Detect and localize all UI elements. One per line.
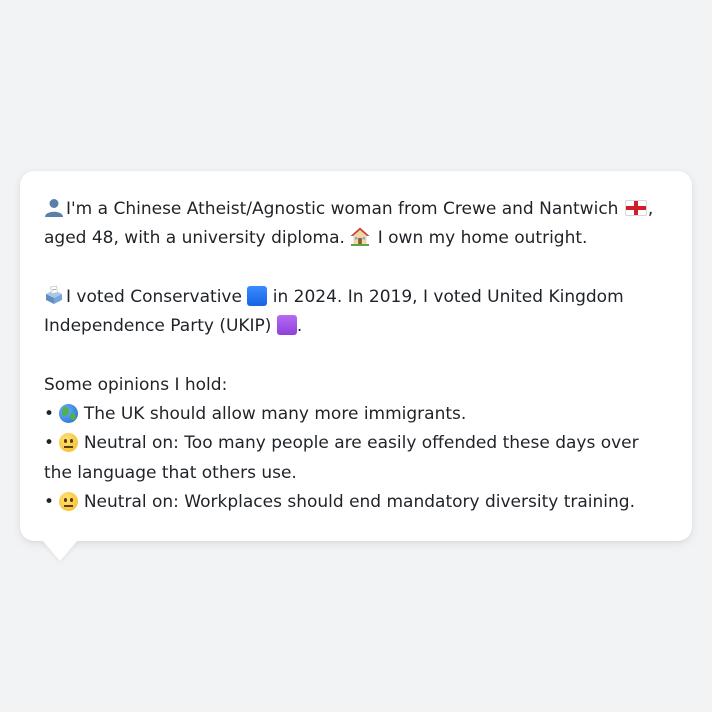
profile-text-1: I'm a Chinese Atheist/Agnostic woman fro…	[66, 199, 619, 219]
voting-paragraph: I voted Conservative in 2024. In 2019, I…	[44, 283, 668, 342]
message-bubble: I'm a Chinese Atheist/Agnostic woman fro…	[20, 171, 692, 541]
globe-icon	[59, 404, 79, 424]
voting-text-3: .	[296, 316, 303, 337]
conservative-blue-square-icon	[247, 285, 268, 306]
person-silhouette-icon	[45, 199, 63, 217]
opinion-text: Neutral on: Too many people are easily o…	[44, 433, 639, 483]
bullet: •	[44, 491, 55, 512]
ukip-purple-square-icon	[276, 315, 297, 336]
profile-text-4: I own my home outright.	[377, 228, 588, 249]
neutral-face-icon	[59, 433, 79, 453]
profile-text-2: ,	[647, 199, 654, 219]
bullet: •	[44, 433, 55, 454]
voting-text-1: I voted Conservative	[66, 286, 242, 307]
profile-paragraph: I'm a Chinese Atheist/Agnostic woman fro…	[44, 195, 668, 254]
ballot-box-icon	[46, 285, 62, 304]
opinion-text: Neutral on: Workplaces should end mandat…	[83, 491, 635, 512]
bullet: •	[44, 404, 55, 425]
opinions-list: • The UK should allow many more immigran…	[44, 400, 668, 517]
profile-text-3: aged 48, with a university diploma.	[44, 228, 345, 249]
neutral-face-icon	[59, 491, 79, 511]
opinion-item: • Neutral on: Too many people are easily…	[44, 429, 668, 488]
bubble-tail	[42, 540, 78, 561]
opinion-item: • The UK should allow many more immigran…	[44, 400, 668, 429]
opinions-heading: Some opinions I hold:	[44, 374, 228, 395]
opinion-item: • Neutral on: Workplaces should end mand…	[44, 488, 668, 517]
opinion-text: The UK should allow many more immigrants…	[83, 404, 467, 425]
england-flag-icon	[624, 200, 647, 216]
house-icon	[350, 227, 370, 247]
